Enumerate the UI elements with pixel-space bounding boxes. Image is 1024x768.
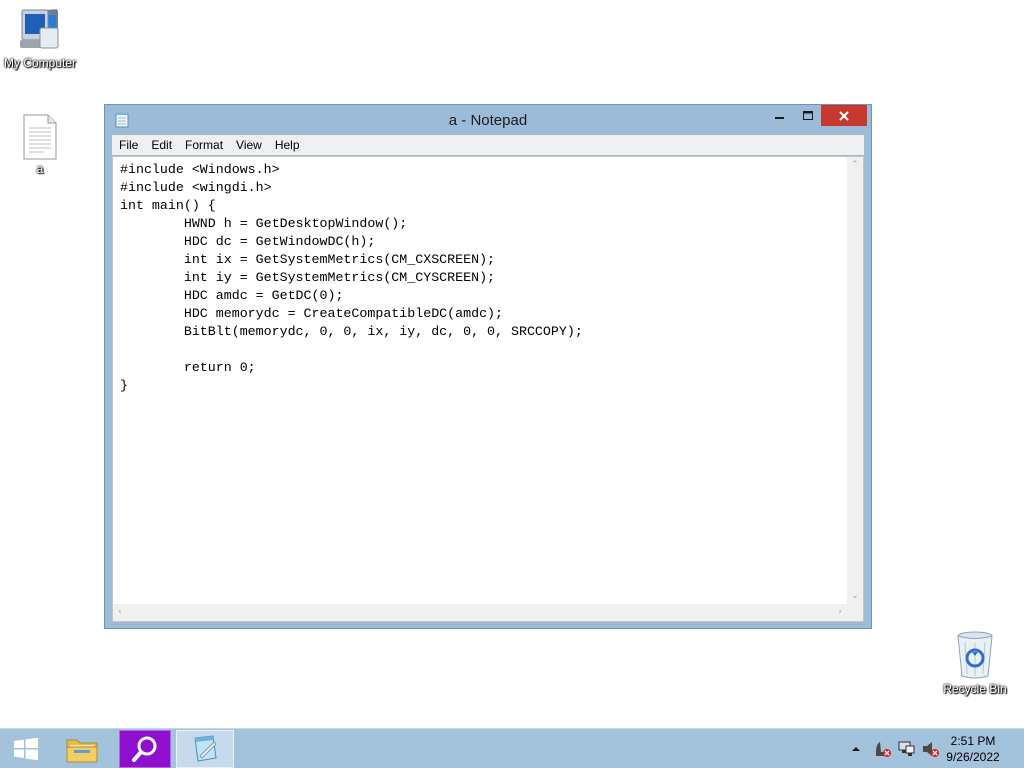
menu-edit[interactable]: Edit	[144, 138, 178, 152]
start-button[interactable]	[0, 730, 52, 768]
menu-format[interactable]: Format	[178, 138, 229, 152]
maximize-button[interactable]	[795, 105, 821, 126]
close-icon	[839, 110, 849, 121]
menu-bar: File Edit Format View Help	[112, 135, 864, 155]
vertical-scrollbar[interactable]: ⌃ ⌄	[847, 157, 863, 604]
desktop-icon-label: Recycle Bin	[943, 682, 1007, 696]
menu-file[interactable]: File	[112, 138, 144, 152]
text-file-icon	[23, 114, 57, 160]
clock-date: 9/26/2022	[946, 750, 1000, 764]
system-tray	[850, 729, 940, 768]
desktop-icon-label: a	[36, 162, 44, 176]
editor-content[interactable]: #include <Windows.h> #include <wingdi.h>…	[120, 161, 583, 395]
title-bar[interactable]: a - Notepad	[105, 105, 871, 135]
recycle-bin-icon	[957, 631, 993, 679]
windows-logo-icon	[14, 737, 38, 761]
scroll-up-icon[interactable]: ⌃	[851, 160, 859, 170]
taskbar-notepad[interactable]	[176, 730, 234, 768]
folder-icon	[66, 739, 98, 763]
minimize-icon	[775, 116, 784, 119]
desktop-icon-my-computer[interactable]: My Computer	[0, 8, 80, 70]
scroll-right-icon[interactable]: ›	[838, 607, 842, 617]
clock[interactable]: 2:51 PM 9/26/2022	[938, 733, 1008, 765]
window-title: a - Notepad	[448, 112, 528, 129]
network-icon[interactable]	[898, 740, 916, 758]
horizontal-scrollbar[interactable]: ‹ ›	[113, 604, 847, 621]
notepad-icon	[194, 735, 217, 762]
menu-help[interactable]: Help	[268, 138, 306, 152]
close-button[interactable]	[821, 105, 867, 126]
notepad-window[interactable]: a - Notepad File Edit Format View Help #…	[104, 104, 872, 629]
taskbar-file-explorer[interactable]	[56, 730, 108, 768]
desktop-icon-text-file[interactable]: a	[0, 114, 80, 176]
search-icon	[132, 736, 157, 762]
desktop-icon-recycle-bin[interactable]: Recycle Bin	[935, 630, 1015, 696]
size-grip[interactable]	[847, 604, 863, 621]
scroll-left-icon[interactable]: ‹	[118, 607, 122, 617]
scroll-down-icon[interactable]: ⌄	[851, 591, 859, 601]
show-hidden-icons-icon[interactable]	[850, 743, 862, 755]
maximize-icon	[803, 110, 813, 120]
clock-time: 2:51 PM	[950, 734, 996, 748]
taskbar: 2:51 PM 9/26/2022	[0, 728, 1024, 768]
minimize-button[interactable]	[767, 105, 793, 126]
taskbar-search-app[interactable]	[119, 730, 171, 768]
text-editor[interactable]: #include <Windows.h> #include <wingdi.h>…	[112, 156, 864, 622]
action-center-icon[interactable]	[874, 740, 892, 758]
desktop-icon-label: My Computer	[3, 56, 77, 70]
computer-icon	[20, 9, 59, 49]
menu-view[interactable]: View	[229, 138, 268, 152]
